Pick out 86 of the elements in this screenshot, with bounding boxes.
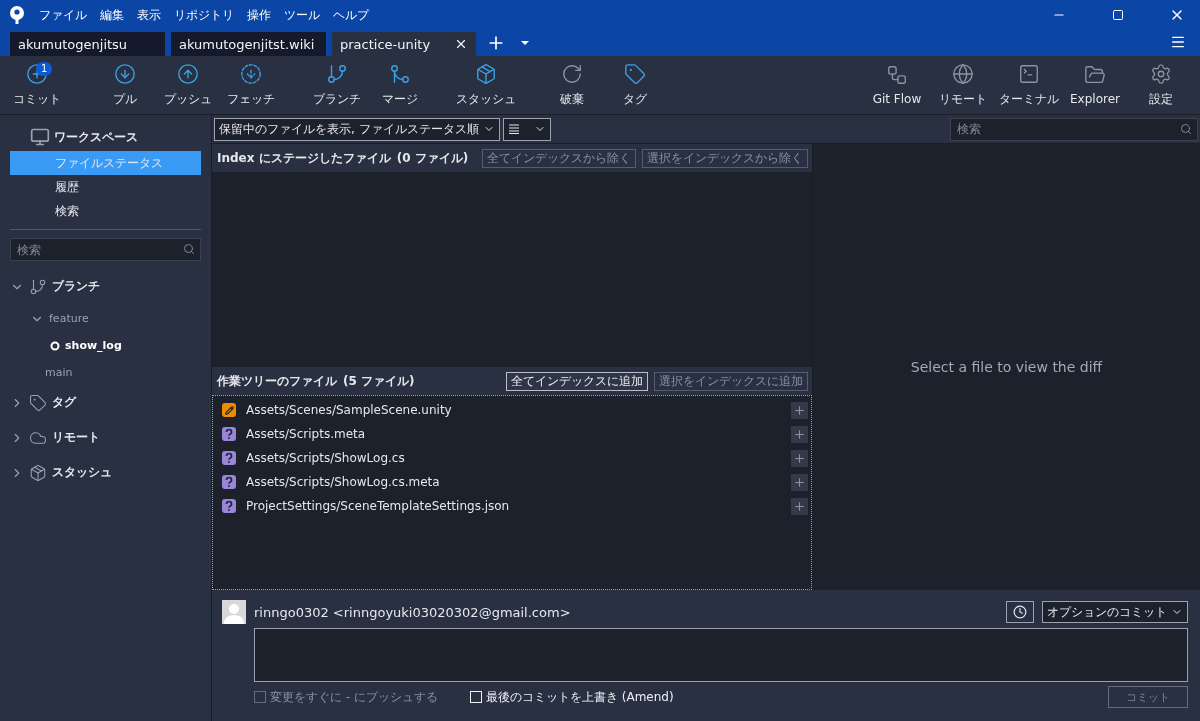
menu-icon[interactable]	[1170, 34, 1186, 50]
sidebar-item[interactable]: 履歴	[10, 175, 201, 199]
branch-icon	[326, 62, 348, 85]
tag-icon	[29, 393, 47, 412]
dropdown-icon[interactable]	[520, 40, 530, 46]
toolbar-button[interactable]: 1 コミット	[6, 59, 68, 111]
plus-icon[interactable]	[793, 403, 806, 417]
toolbar-button[interactable]: タグ	[604, 59, 666, 111]
toolbar-button[interactable]: リモート	[930, 59, 996, 111]
toolbar-button[interactable]: 設定	[1128, 59, 1194, 111]
repo-tab[interactable]: akumutogenjitst.wiki	[171, 32, 326, 56]
file-count: (0 ファイル)	[396, 149, 469, 167]
file-count: (5 ファイル)	[343, 372, 415, 390]
menu-item[interactable]: ヘルプ	[333, 6, 369, 24]
terminal-icon	[1018, 62, 1040, 85]
globe-icon	[952, 62, 974, 85]
plus-circle-icon	[26, 62, 48, 85]
menu-item[interactable]: 編集	[100, 6, 124, 24]
pane-title: 作業ツリーのファイル	[217, 372, 337, 390]
clock-icon[interactable]	[1013, 605, 1027, 619]
discard-icon	[561, 62, 583, 85]
toolbar-button[interactable]: マージ	[369, 59, 431, 111]
toolbar-button[interactable]: ブランチ	[306, 59, 368, 111]
tag-icon	[624, 62, 646, 85]
search-field[interactable]: 検索	[10, 238, 201, 261]
merge-icon	[389, 62, 411, 85]
section-title: ワークスペース	[54, 128, 138, 146]
menu-item[interactable]: 操作	[247, 6, 271, 24]
branch-item[interactable]: main	[45, 366, 73, 379]
section-title[interactable]: ブランチ	[52, 278, 100, 295]
file-path[interactable]: Assets/Scripts.meta	[246, 427, 781, 441]
up-arrow-circle-icon	[177, 62, 199, 85]
search-field[interactable]: 検索	[950, 117, 1198, 141]
down-arrow-circle-icon	[114, 62, 136, 85]
view-dropdown[interactable]	[502, 117, 551, 141]
section-title[interactable]: スタッシュ	[52, 464, 112, 481]
toolbar-button[interactable]: ターミナル	[996, 59, 1062, 111]
toolbar-button[interactable]: プル	[94, 59, 156, 111]
branch-item[interactable]: show_log	[65, 339, 122, 352]
count-badge: 1	[36, 62, 53, 76]
menu-item[interactable]: リポジトリ	[174, 6, 234, 24]
monitor-icon	[30, 127, 50, 147]
filter-dropdown[interactable]: 保留中のファイルを表示, ファイルステータス順	[214, 117, 500, 141]
plus-icon[interactable]	[793, 475, 806, 489]
search-icon	[183, 243, 195, 255]
toolbar-button[interactable]: プッシュ	[157, 59, 219, 111]
checkbox-option[interactable]: 最後のコミットを上書き (Amend)	[469, 688, 674, 706]
toolbar-button[interactable]: Explorer	[1062, 59, 1128, 111]
index-button[interactable]: 全てインデックスに追加	[506, 371, 648, 391]
plus-icon[interactable]	[793, 427, 806, 441]
menu-item[interactable]: 表示	[137, 6, 161, 24]
stash-icon	[29, 463, 47, 482]
repo-tab[interactable]: akumutogenjitsu	[10, 32, 165, 56]
file-path[interactable]: Assets/Scripts/ShowLog.cs.meta	[246, 475, 781, 489]
settings-icon	[1150, 62, 1172, 85]
file-path[interactable]: Assets/Scenes/SampleScene.unity	[246, 403, 781, 417]
toolbar-button[interactable]: フェッチ	[220, 59, 282, 111]
close-icon[interactable]	[454, 37, 468, 51]
author-name: rinngo0302 <rinngoyuki03020302@gmail.com>	[254, 604, 572, 620]
pane-title: Index にステージしたファイル	[217, 149, 391, 167]
maximize-icon[interactable]	[1112, 9, 1124, 21]
empty-message: Select a file to view the diff	[910, 359, 1103, 375]
commit-message-field[interactable]	[254, 628, 1188, 682]
file-path[interactable]: Assets/Scripts/ShowLog.cs	[246, 451, 781, 465]
branch-item[interactable]: feature	[49, 312, 89, 325]
toolbar-button[interactable]: 破棄	[541, 59, 603, 111]
folder-icon	[1084, 64, 1106, 86]
stash-icon	[475, 62, 497, 85]
toolbar-button[interactable]: Git Flow	[864, 59, 930, 111]
section-title[interactable]: リモート	[52, 429, 100, 446]
list-icon	[507, 124, 520, 134]
branch-icon	[29, 277, 47, 296]
toolbar-button[interactable]: スタッシュ	[455, 59, 517, 111]
file-path[interactable]: ProjectSettings/SceneTemplateSettings.json	[246, 499, 781, 513]
commit-options-dropdown[interactable]: オプションのコミット	[1042, 601, 1188, 623]
avatar-icon	[222, 600, 246, 624]
repo-tab[interactable]: practice-unity	[332, 32, 476, 56]
app-logo-icon	[8, 5, 26, 25]
menu-item[interactable]: ツール	[284, 6, 320, 24]
flow-icon	[886, 64, 908, 86]
sidebar-item[interactable]: 検索	[10, 199, 201, 223]
section-title[interactable]: タグ	[52, 394, 76, 411]
plus-icon[interactable]	[793, 451, 806, 465]
menu-item[interactable]: ファイル	[39, 6, 87, 24]
plus-icon[interactable]	[793, 499, 806, 513]
search-icon	[1180, 122, 1192, 135]
